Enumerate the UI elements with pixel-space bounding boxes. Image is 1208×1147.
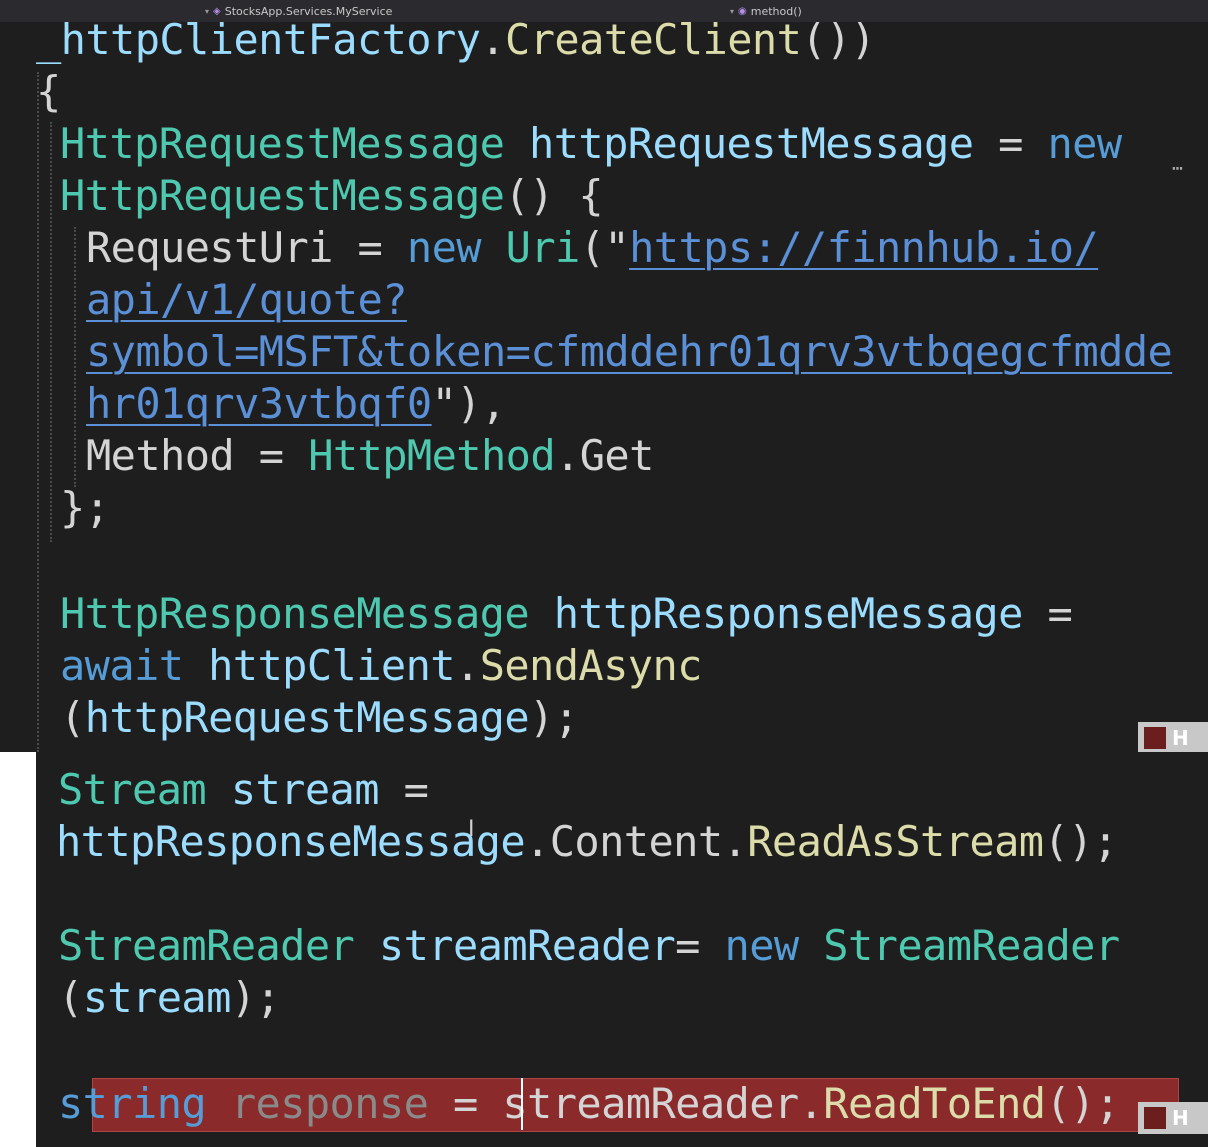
code-token: (); bbox=[1043, 817, 1118, 866]
code-token: HttpRequestMessage bbox=[60, 171, 505, 220]
code-token: = bbox=[675, 921, 725, 970]
code-token: . bbox=[525, 817, 550, 866]
code-token: "), bbox=[431, 379, 507, 428]
code-token: StreamReader bbox=[58, 921, 355, 970]
code-token: . bbox=[455, 641, 480, 690]
code-line: StreamReader streamReader= new StreamRea… bbox=[58, 920, 1120, 972]
code-token: SendAsync bbox=[479, 641, 703, 690]
code-line: (httpRequestMessage); bbox=[60, 692, 579, 744]
code-token: = bbox=[973, 119, 1048, 168]
code-token: ( bbox=[58, 973, 83, 1022]
code-line: HttpResponseMessage httpResponseMessage … bbox=[60, 588, 1073, 640]
code-line: await httpClient.SendAsync bbox=[60, 640, 702, 692]
url-link[interactable]: symbol=MSFT&token=cfmddehr01qrv3vtbqegcf… bbox=[86, 327, 1173, 376]
watermark-logo: H bbox=[1138, 722, 1208, 754]
code-line: RequestUri = new Uri("https://finnhub.io… bbox=[86, 222, 1099, 274]
code-token: stream bbox=[230, 765, 380, 814]
code-token: Uri bbox=[505, 223, 581, 272]
code-token: await bbox=[60, 641, 184, 690]
code-line: _httpClientFactory.CreateClient()) bbox=[36, 14, 876, 66]
code-token: Stream bbox=[58, 765, 207, 814]
code-line: string response = streamReader.ReadToEnd… bbox=[58, 1078, 1120, 1130]
code-token: . bbox=[555, 431, 580, 480]
code-token: . bbox=[722, 817, 748, 866]
code-token: Content bbox=[549, 817, 723, 866]
code-token: Method = bbox=[86, 431, 309, 480]
url-link[interactable]: api/v1/quote? bbox=[86, 275, 408, 324]
code-line: Method = HttpMethod.Get bbox=[86, 430, 654, 482]
code-token: httpClient bbox=[208, 641, 455, 690]
code-token: (" bbox=[579, 223, 630, 272]
text-caret bbox=[521, 1078, 523, 1130]
url-link[interactable]: https://finnhub.io/ bbox=[629, 223, 1099, 272]
indent-guide bbox=[74, 227, 76, 487]
code-token: stream bbox=[82, 973, 232, 1022]
code-token: streamReader bbox=[502, 1079, 799, 1128]
code-token: httpResponseMessage bbox=[56, 817, 526, 866]
url-link[interactable]: hr01qrv3vtbqf0 bbox=[86, 379, 432, 428]
code-line: api/v1/quote? bbox=[86, 274, 408, 326]
code-token: HttpRequestMessage bbox=[60, 119, 505, 168]
code-line: Stream stream = bbox=[58, 764, 429, 816]
code-token: . bbox=[798, 1079, 824, 1128]
code-token: ); bbox=[230, 973, 281, 1022]
code-token: (); bbox=[1045, 1079, 1120, 1128]
code-line: (stream); bbox=[58, 972, 281, 1024]
code-line: httpResponseMessage.Content.ReadAsStream… bbox=[56, 816, 1118, 868]
code-token: RequestUri = bbox=[86, 223, 407, 272]
code-editor-top[interactable]: _httpClientFactory.CreateClient()){HttpR… bbox=[0, 15, 1208, 754]
code-line: HttpRequestMessage httpRequestMessage = … bbox=[60, 118, 1122, 170]
code-token: httpRequestMessage bbox=[529, 119, 974, 168]
code-token: httpResponseMessage bbox=[553, 589, 1024, 638]
code-token: StreamReader bbox=[823, 921, 1120, 970]
code-editor-bottom-area[interactable]: Stream stream = httpResponseMessage.Conte… bbox=[36, 752, 1208, 1147]
code-token: ReadToEnd bbox=[823, 1079, 1046, 1128]
code-token: HttpResponseMessage bbox=[60, 589, 530, 638]
code-token: streamReader bbox=[378, 921, 676, 970]
indent-guide bbox=[37, 72, 39, 752]
code-token: response bbox=[230, 1079, 429, 1128]
code-token: = bbox=[378, 765, 429, 814]
code-line: HttpRequestMessage() { bbox=[60, 170, 604, 222]
code-token: CreateClient bbox=[505, 15, 802, 64]
code-token: httpRequestMessage bbox=[84, 693, 530, 742]
code-token: _httpClientFactory bbox=[36, 15, 481, 64]
code-token: () { bbox=[504, 171, 604, 220]
code-token: ( bbox=[60, 693, 85, 742]
code-token: . bbox=[480, 15, 506, 64]
code-token: ()) bbox=[801, 15, 876, 64]
code-token: new bbox=[724, 921, 800, 970]
ibeam-cursor-icon: I bbox=[468, 817, 475, 842]
code-line: hr01qrv3vtbqf0"), bbox=[86, 378, 506, 430]
code-token: HttpMethod bbox=[308, 431, 556, 480]
code-line: }; bbox=[60, 482, 110, 534]
code-line: { bbox=[36, 66, 61, 118]
code-token: ); bbox=[529, 693, 579, 742]
code-token: Get bbox=[579, 431, 655, 480]
code-token: }; bbox=[60, 483, 110, 532]
code-line: symbol=MSFT&token=cfmddehr01qrv3vtbqegcf… bbox=[86, 326, 1173, 378]
code-editor-bottom: Stream stream = httpResponseMessage.Conte… bbox=[0, 752, 1208, 1147]
code-token: { bbox=[36, 67, 61, 116]
code-token: new bbox=[1047, 119, 1122, 168]
code-token: new bbox=[406, 223, 482, 272]
ellipsis-icon: ⋯ bbox=[1172, 158, 1183, 179]
code-token: string bbox=[58, 1079, 207, 1128]
indent-guide bbox=[50, 122, 52, 542]
code-token: = bbox=[1022, 589, 1073, 638]
code-token: = bbox=[428, 1079, 503, 1128]
code-token: ReadAsStream bbox=[747, 817, 1044, 866]
watermark-logo: H bbox=[1138, 1102, 1208, 1134]
